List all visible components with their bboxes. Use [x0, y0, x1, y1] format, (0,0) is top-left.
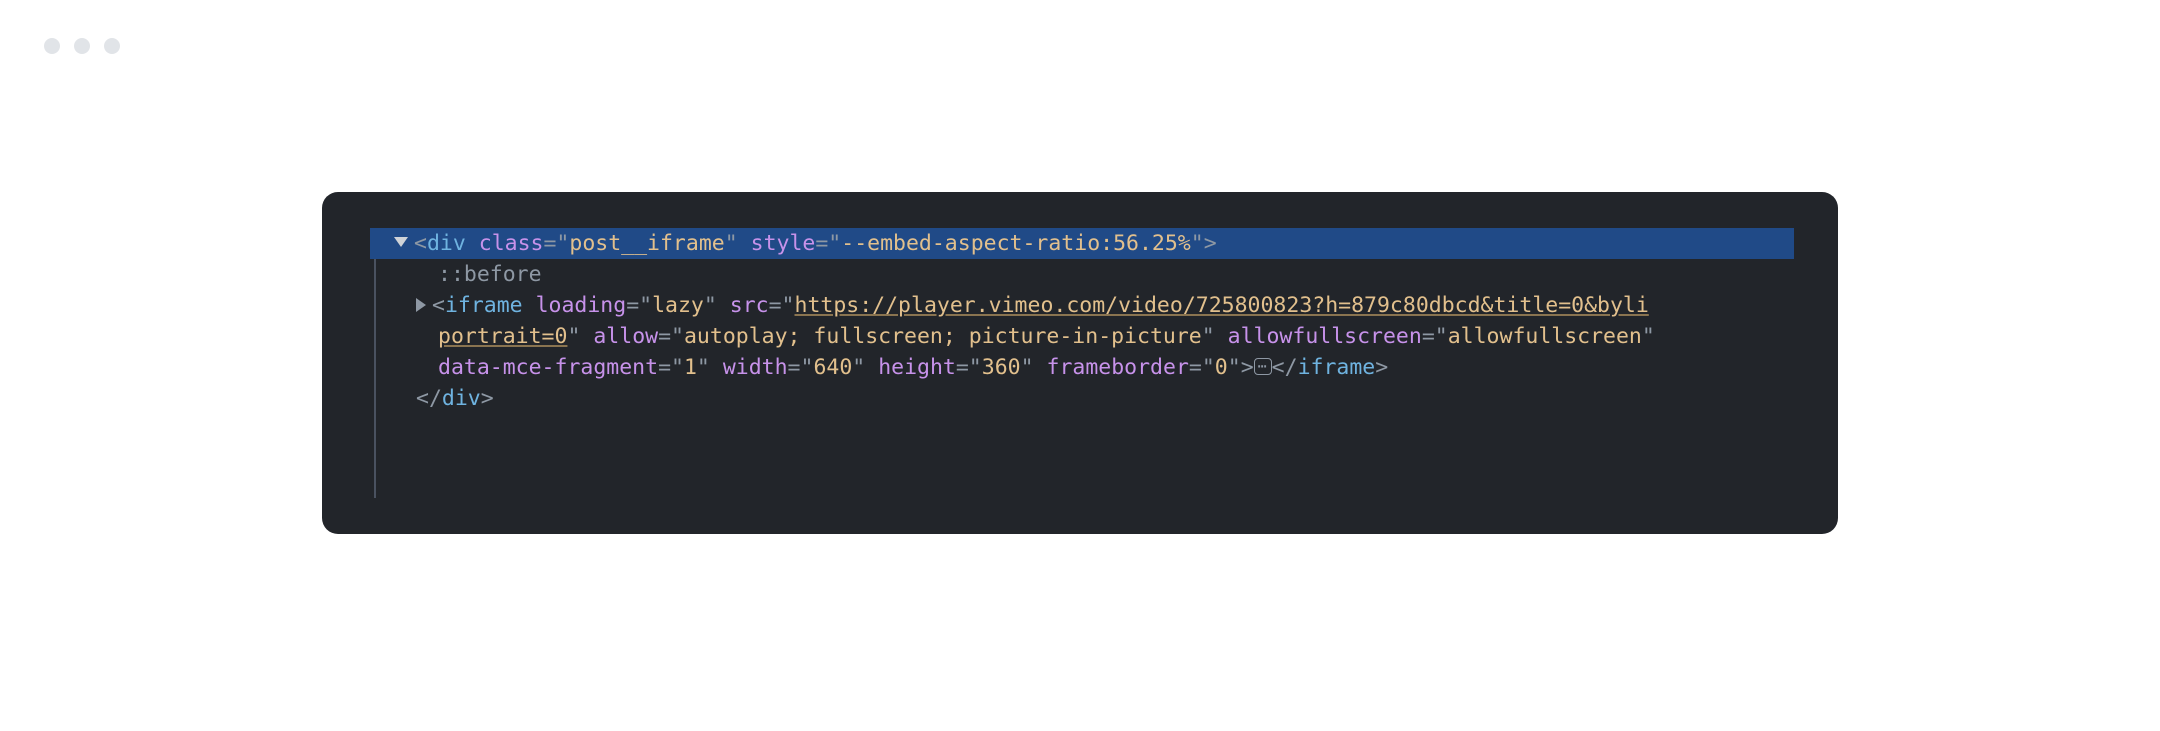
attr-value: --embed-aspect-ratio:56.25%: [841, 231, 1191, 256]
eq: =": [956, 355, 982, 380]
attr-value: post__iframe: [569, 231, 724, 256]
dom-node-div-close[interactable]: </div>: [416, 383, 1794, 414]
attr-src: src: [730, 293, 769, 318]
devtools-elements-panel[interactable]: <div class="post__iframe" style="--embed…: [322, 192, 1838, 534]
space: [466, 231, 479, 256]
pseudo-element-label: ::before: [438, 262, 542, 287]
bracket: >: [1375, 355, 1388, 380]
disclosure-triangle-down-icon[interactable]: [394, 237, 408, 247]
quote: ": [1228, 355, 1241, 380]
attr-name: style: [751, 231, 816, 256]
attr-value-url[interactable]: https://player.vimeo.com/video/725800823…: [795, 293, 1649, 318]
attr-name: class: [479, 231, 544, 256]
bracket: <: [432, 293, 445, 318]
dom-node-iframe-wrap3[interactable]: data-mce-fragment="1" width="640" height…: [438, 352, 1794, 383]
attr-value: 360: [982, 355, 1021, 380]
quote: ": [567, 324, 580, 349]
eq: =": [658, 324, 684, 349]
eq: =": [626, 293, 652, 318]
space: [523, 293, 536, 318]
attr-value: 1: [684, 355, 697, 380]
space: [1034, 355, 1047, 380]
attr-width: width: [723, 355, 788, 380]
eq: =": [1422, 324, 1448, 349]
dom-node-iframe-wrap2[interactable]: portrait=0" allow="autoplay; fullscreen;…: [438, 321, 1794, 352]
dom-node-div[interactable]: <div class="post__iframe" style="--embed…: [370, 228, 1794, 259]
quote: ": [725, 231, 738, 256]
space: [580, 324, 593, 349]
window-dot: [44, 38, 60, 54]
quote: ": [704, 293, 717, 318]
tag-name: iframe: [445, 293, 523, 318]
window-dot: [74, 38, 90, 54]
window-dot: [104, 38, 120, 54]
quote: ": [1191, 231, 1204, 256]
attr-height: height: [878, 355, 956, 380]
attr-value-url-cont[interactable]: portrait=0: [438, 324, 567, 349]
space: [1215, 324, 1228, 349]
dom-children: ::before <iframe loading="lazy" src="htt…: [366, 259, 1794, 414]
bracket: >: [1204, 231, 1217, 256]
bracket: >: [481, 386, 494, 411]
space: [738, 231, 751, 256]
attr-data-mce-fragment: data-mce-fragment: [438, 355, 658, 380]
eq: =": [658, 355, 684, 380]
bracket: >: [1241, 355, 1254, 380]
attr-allow: allow: [593, 324, 658, 349]
space: [710, 355, 723, 380]
quote: ": [1021, 355, 1034, 380]
dom-node-iframe[interactable]: <iframe loading="lazy" src="https://play…: [416, 290, 1794, 321]
window-controls: [44, 38, 120, 54]
attr-value: allowfullscreen: [1448, 324, 1642, 349]
bracket: </: [416, 386, 442, 411]
space: [865, 355, 878, 380]
tag-name: div: [442, 386, 481, 411]
quote: ": [697, 355, 710, 380]
space: [717, 293, 730, 318]
attr-value: lazy: [652, 293, 704, 318]
eq: =": [815, 231, 841, 256]
quote: ": [1642, 324, 1655, 349]
disclosure-triangle-right-icon[interactable]: [416, 298, 426, 312]
tag-name: iframe: [1298, 355, 1376, 380]
eq: =": [769, 293, 795, 318]
attr-frameborder: frameborder: [1047, 355, 1189, 380]
attr-value: 0: [1215, 355, 1228, 380]
pseudo-before[interactable]: ::before: [438, 259, 1794, 290]
attr-value: autoplay; fullscreen; picture-in-picture: [684, 324, 1202, 349]
collapsed-children-ellipsis-icon[interactable]: ⋯: [1254, 358, 1272, 375]
quote: ": [852, 355, 865, 380]
attr-loading: loading: [536, 293, 627, 318]
tag-name: div: [427, 231, 466, 256]
bracket: <: [414, 231, 427, 256]
eq: =": [1189, 355, 1215, 380]
bracket: </: [1272, 355, 1298, 380]
quote: ": [1202, 324, 1215, 349]
attr-value: 640: [813, 355, 852, 380]
eq: =": [788, 355, 814, 380]
attr-allowfullscreen: allowfullscreen: [1228, 324, 1422, 349]
eq: =": [543, 231, 569, 256]
